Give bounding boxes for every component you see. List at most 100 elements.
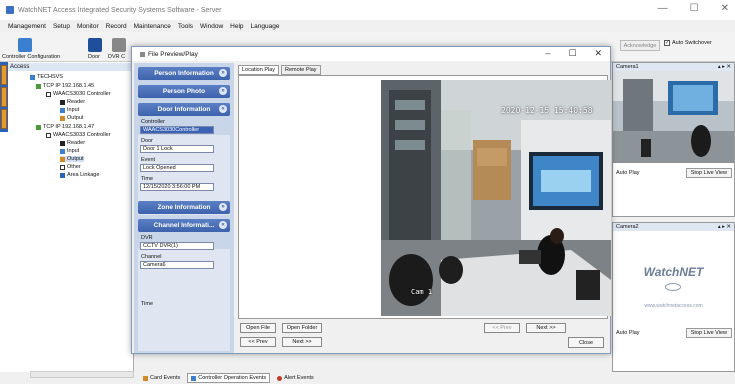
controller-config-label: Controller Configuration	[2, 54, 61, 60]
tree-horizontal-scrollbar[interactable]	[30, 371, 134, 378]
next-button[interactable]: Next >>	[282, 337, 322, 347]
tree-item[interactable]: Other	[60, 164, 81, 170]
menu-window[interactable]: Window	[200, 23, 223, 30]
person-information-section[interactable]: Person Information»	[138, 67, 230, 80]
camera-2-placeholder: WatchNET www.watchnetaccess.com	[613, 231, 734, 319]
camera-panel-header: Camera2 ▴ ▸ ✕	[613, 223, 734, 231]
dvr-icon[interactable]	[112, 38, 126, 52]
tree-item[interactable]: TECHSVS	[30, 74, 63, 80]
tree-item[interactable]: Input	[60, 107, 79, 113]
video-frame[interactable]: 2020-12-15 15:40:58 Cam 1	[381, 80, 611, 316]
event-field[interactable]: Lock Opened	[140, 164, 214, 172]
menu-help[interactable]: Help	[230, 23, 243, 30]
window-title: WatchNET Access Integrated Security Syst…	[18, 6, 222, 14]
side-tab-1[interactable]	[1, 65, 7, 85]
dialog-close-icon[interactable]: ✕	[594, 48, 602, 59]
time-field[interactable]: 12/15/2020 3:56:00 PM	[140, 183, 214, 191]
menu-tools[interactable]: Tools	[178, 23, 193, 30]
expand-icon[interactable]: »	[219, 203, 227, 211]
tree-item[interactable]: TCP IP 192.168.1.47	[36, 124, 94, 130]
watchnet-url: www.watchnetaccess.com	[644, 303, 703, 309]
tree-item[interactable]: Reader	[60, 99, 85, 105]
menu-management[interactable]: Management	[8, 23, 46, 30]
side-tab-2[interactable]	[1, 87, 7, 107]
dialog-maximize-button[interactable]: ☐	[568, 48, 576, 59]
stop-live-view-button[interactable]: Stop Live View	[685, 328, 732, 338]
dialog-title: File Preview/Play	[148, 50, 198, 58]
controller-icon	[191, 375, 197, 381]
tree-item[interactable]: WAACS3033 Controller	[46, 132, 111, 138]
collapse-icon[interactable]: «	[219, 221, 227, 229]
tree-item[interactable]: TCP IP 192.168.1.45	[36, 83, 94, 89]
tree-item[interactable]: WAACS3030 Controller	[46, 91, 111, 97]
tree-item-selected[interactable]: Output	[60, 156, 84, 162]
door-label: Door	[88, 54, 100, 60]
watchnet-logo: WatchNET	[643, 265, 704, 279]
menu-bar: Management Setup Monitor Record Maintena…	[0, 20, 735, 32]
auto-switchover-checkbox[interactable]: ✓	[664, 40, 670, 46]
camera-2-footer: Auto Play Stop Live View	[613, 327, 735, 339]
tab-remote-play[interactable]: Remote Play	[281, 65, 321, 75]
tree-item[interactable]: Input	[60, 148, 79, 154]
channel-label: Channel	[141, 254, 162, 260]
close-dialog-button[interactable]: Close	[568, 337, 604, 348]
maximize-button[interactable]: ☐	[690, 3, 699, 14]
tab-alert-events[interactable]: Alert Events	[274, 373, 317, 383]
video-area: 2020-12-15 15:40:58 Cam 1	[238, 75, 611, 319]
window-controls: — ☐ ✕	[658, 3, 729, 14]
tree-item[interactable]: Area Linkage	[60, 172, 99, 178]
zone-information-section[interactable]: Zone Information»	[138, 201, 230, 214]
input-icon	[60, 148, 65, 154]
dvr-field[interactable]: CCTV DVR(1)	[140, 242, 214, 250]
menu-setup[interactable]: Setup	[53, 23, 70, 30]
auto-switchover-label: Auto Switchover	[672, 40, 712, 46]
menu-language[interactable]: Language	[251, 23, 280, 30]
channel-information-section[interactable]: Channel Informati... «	[138, 219, 230, 232]
prev-button[interactable]: << Prev	[240, 337, 276, 347]
time-label: Time	[141, 176, 154, 182]
alert-icon	[277, 375, 283, 381]
dialog-icon	[140, 51, 145, 57]
door-field[interactable]: Door 1 Lock	[140, 145, 214, 153]
panel-controls-icon[interactable]: ▴ ▸ ✕	[718, 63, 731, 71]
panel-controls-icon[interactable]: ▴ ▸ ✕	[718, 223, 731, 231]
network-icon	[36, 83, 41, 89]
controller-field[interactable]: WAACS3030Controller	[140, 126, 214, 134]
tree-item[interactable]: Output	[60, 115, 84, 121]
minimize-button[interactable]: —	[658, 3, 668, 14]
acknowledge-button[interactable]: Acknowledge	[620, 40, 660, 51]
next-file-button[interactable]: Next >>	[526, 323, 566, 333]
tab-card-events[interactable]: Card Events	[140, 373, 183, 383]
dialog-minimize-button[interactable]: –	[545, 48, 550, 59]
open-file-button[interactable]: Open File	[240, 323, 276, 333]
door-information-section[interactable]: Door Information «	[138, 103, 230, 116]
area-linkage-icon	[60, 172, 65, 178]
prev-file-button[interactable]: << Prev	[484, 323, 520, 333]
cctv-video	[381, 80, 611, 316]
stop-live-view-button[interactable]: Stop Live View	[685, 168, 732, 178]
door-icon[interactable]	[88, 38, 102, 52]
menu-maintenance[interactable]: Maintenance	[134, 23, 171, 30]
tree-item[interactable]: Reader	[60, 140, 85, 146]
controller-config-icon[interactable]	[18, 38, 32, 52]
close-button[interactable]: ✕	[721, 3, 729, 14]
auto-play-label: Auto Play	[616, 330, 640, 336]
expand-icon[interactable]: »	[219, 87, 227, 95]
auto-switchover[interactable]: ✓ Auto Switchover	[664, 40, 712, 46]
expand-icon[interactable]: »	[219, 69, 227, 77]
tab-controller-operation-events[interactable]: Controller Operation Events	[187, 373, 271, 383]
menu-record[interactable]: Record	[106, 23, 127, 30]
dialog-titlebar: File Preview/Play	[132, 47, 610, 61]
menu-monitor[interactable]: Monitor	[77, 23, 99, 30]
side-tab-3[interactable]	[1, 109, 7, 129]
camera-panel-header: Camera1 ▴ ▸ ✕	[613, 63, 734, 71]
tab-location-play[interactable]: Location Play	[238, 65, 280, 75]
other-icon	[60, 164, 65, 170]
camera-overlay-label: Cam 1	[411, 288, 433, 296]
open-folder-button[interactable]: Open Folder	[282, 323, 322, 333]
network-icon	[36, 124, 41, 130]
event-label: Event	[141, 157, 156, 163]
person-photo-section[interactable]: Person Photo»	[138, 85, 230, 98]
collapse-icon[interactable]: «	[219, 105, 227, 113]
channel-field[interactable]: Camera6	[140, 261, 214, 269]
